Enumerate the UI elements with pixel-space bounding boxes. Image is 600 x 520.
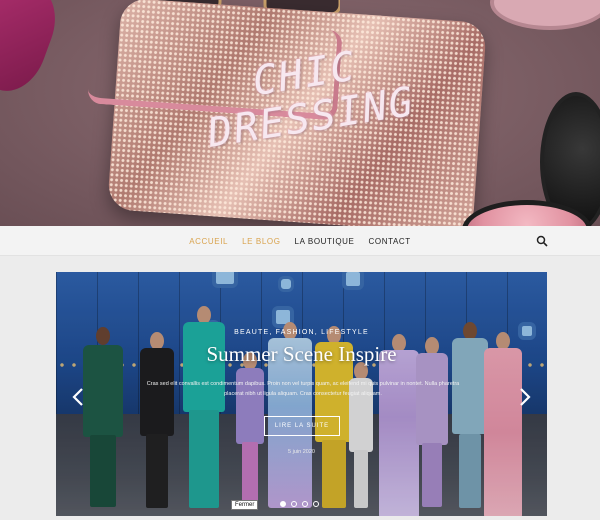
close-tooltip: Fermer: [231, 500, 259, 510]
pink-accessory-decor: [490, 0, 600, 30]
header-banner: CHIC DRESSING: [0, 0, 600, 226]
main-navigation: ACCUEIL LE BLOG LA BOUTIQUE CONTACT: [0, 226, 600, 256]
slider-dot-4[interactable]: [313, 501, 319, 507]
read-more-button[interactable]: LIRE LA SUITE: [264, 416, 340, 436]
slider-dot-1[interactable]: [280, 501, 286, 507]
slider-dot-2[interactable]: [291, 501, 297, 507]
slide-date: 5 juin 2020: [288, 449, 315, 455]
nav-item-la-boutique[interactable]: LA BOUTIQUE: [295, 237, 355, 246]
slider-next-button[interactable]: [517, 387, 533, 407]
slider-dots: [280, 501, 319, 507]
featured-slider: BEAUTE, FASHION, LIFESTYLE Summer Scene …: [56, 272, 547, 516]
nav-menu: ACCUEIL LE BLOG LA BOUTIQUE CONTACT: [0, 226, 600, 256]
nav-item-le-blog[interactable]: LE BLOG: [242, 237, 280, 246]
slide-excerpt: Cras sed elit convallis est condimentum …: [146, 381, 460, 397]
slide-category[interactable]: BEAUTE, FASHION, LIFESTYLE: [56, 329, 547, 336]
search-icon[interactable]: [536, 235, 548, 247]
chevron-right-icon: [520, 388, 531, 406]
slider-prev-button[interactable]: [70, 387, 86, 407]
nav-item-accueil[interactable]: ACCUEIL: [189, 237, 228, 246]
nav-item-contact[interactable]: CONTACT: [369, 237, 411, 246]
slider-dot-3[interactable]: [302, 501, 308, 507]
slide-title[interactable]: Summer Scene Inspire: [56, 342, 547, 367]
chevron-left-icon: [72, 388, 83, 406]
pink-fabric-decor: [0, 0, 67, 101]
